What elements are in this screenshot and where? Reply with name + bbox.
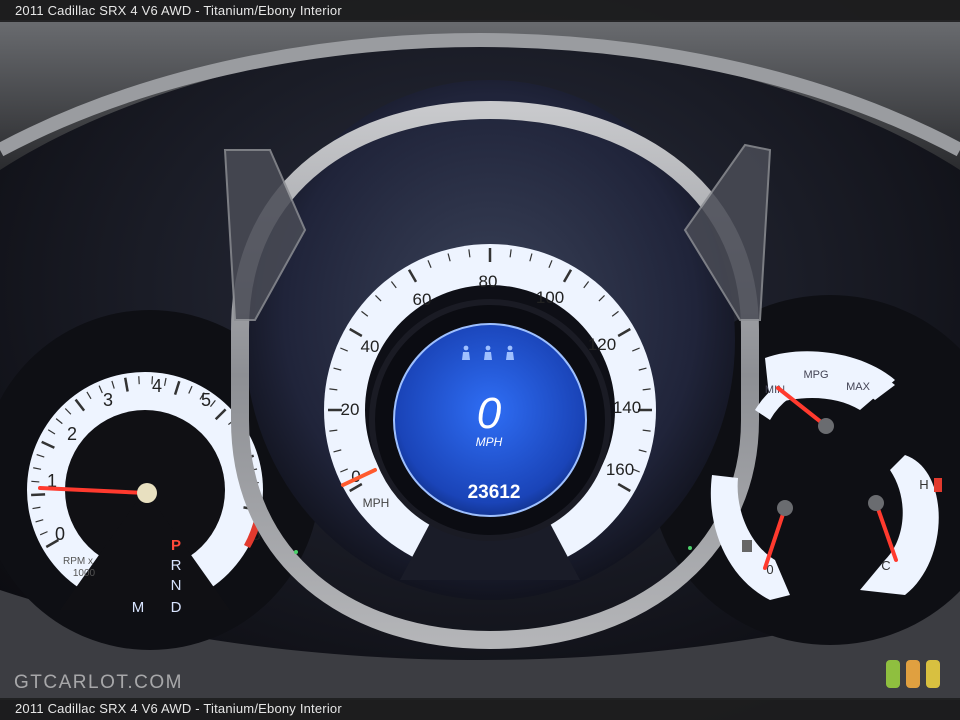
gear-d: D xyxy=(171,599,182,616)
speed-label-140: 140 xyxy=(613,398,641,417)
temp-cold-label: C xyxy=(881,558,890,573)
digital-speed: 0 xyxy=(477,389,502,438)
tach-unit-line2: 1000 xyxy=(73,568,96,579)
caption-bottom: 2011 Cadillac SRX 4 V6 AWD - Titanium/Eb… xyxy=(0,698,960,720)
tach-tick xyxy=(31,493,46,497)
speed-label-40: 40 xyxy=(361,337,380,356)
instrument-cluster-photo: 0 1 2 3 4 5 8 RPM x 1000 P R N D M 0 20 … xyxy=(0,0,960,720)
speed-label-80: 80 xyxy=(479,272,498,291)
tach-label-3: 3 xyxy=(103,390,113,410)
tach-needle-hub xyxy=(137,483,157,503)
rating-badge-3 xyxy=(926,660,940,688)
rating-badge-2 xyxy=(906,660,920,688)
mpg-max-label: MAX xyxy=(846,381,871,393)
indicator-dot-right xyxy=(688,546,692,550)
indicator-dot-left xyxy=(294,550,298,554)
speed-label-120: 120 xyxy=(588,335,616,354)
mpg-label: MPG xyxy=(803,369,828,381)
gear-n: N xyxy=(171,577,182,594)
temp-hot-band xyxy=(934,478,942,492)
speed-unit: MPH xyxy=(363,496,390,510)
odometer: 23612 xyxy=(468,482,521,503)
gear-p: P xyxy=(171,537,181,554)
tach-label-0: 0 xyxy=(55,524,65,544)
tach-unit-line1: RPM x xyxy=(63,556,93,567)
tach-label-5: 5 xyxy=(201,390,211,410)
gear-r: R xyxy=(171,557,182,574)
fuel-pump-icon xyxy=(742,540,752,552)
tach-tick xyxy=(31,480,40,483)
tach-label-2: 2 xyxy=(67,424,77,444)
fuel-needle-hub xyxy=(777,500,793,516)
rating-badge-1 xyxy=(886,660,900,688)
speed-label-160: 160 xyxy=(606,460,634,479)
caption-top: 2011 Cadillac SRX 4 V6 AWD - Titanium/Eb… xyxy=(0,0,960,22)
tach-label-4: 4 xyxy=(152,376,162,396)
temp-needle-hub xyxy=(868,495,884,511)
speed-label-60: 60 xyxy=(413,290,432,309)
watermark-logo: GTCARLOT.COM xyxy=(14,672,183,693)
speed-label-100: 100 xyxy=(536,288,564,307)
temp-hot-label: H xyxy=(919,477,928,492)
speed-label-20: 20 xyxy=(341,400,360,419)
gear-mode-m: M xyxy=(132,599,145,616)
mpg-needle-hub xyxy=(818,418,834,434)
digital-speed-unit: MPH xyxy=(476,435,503,449)
